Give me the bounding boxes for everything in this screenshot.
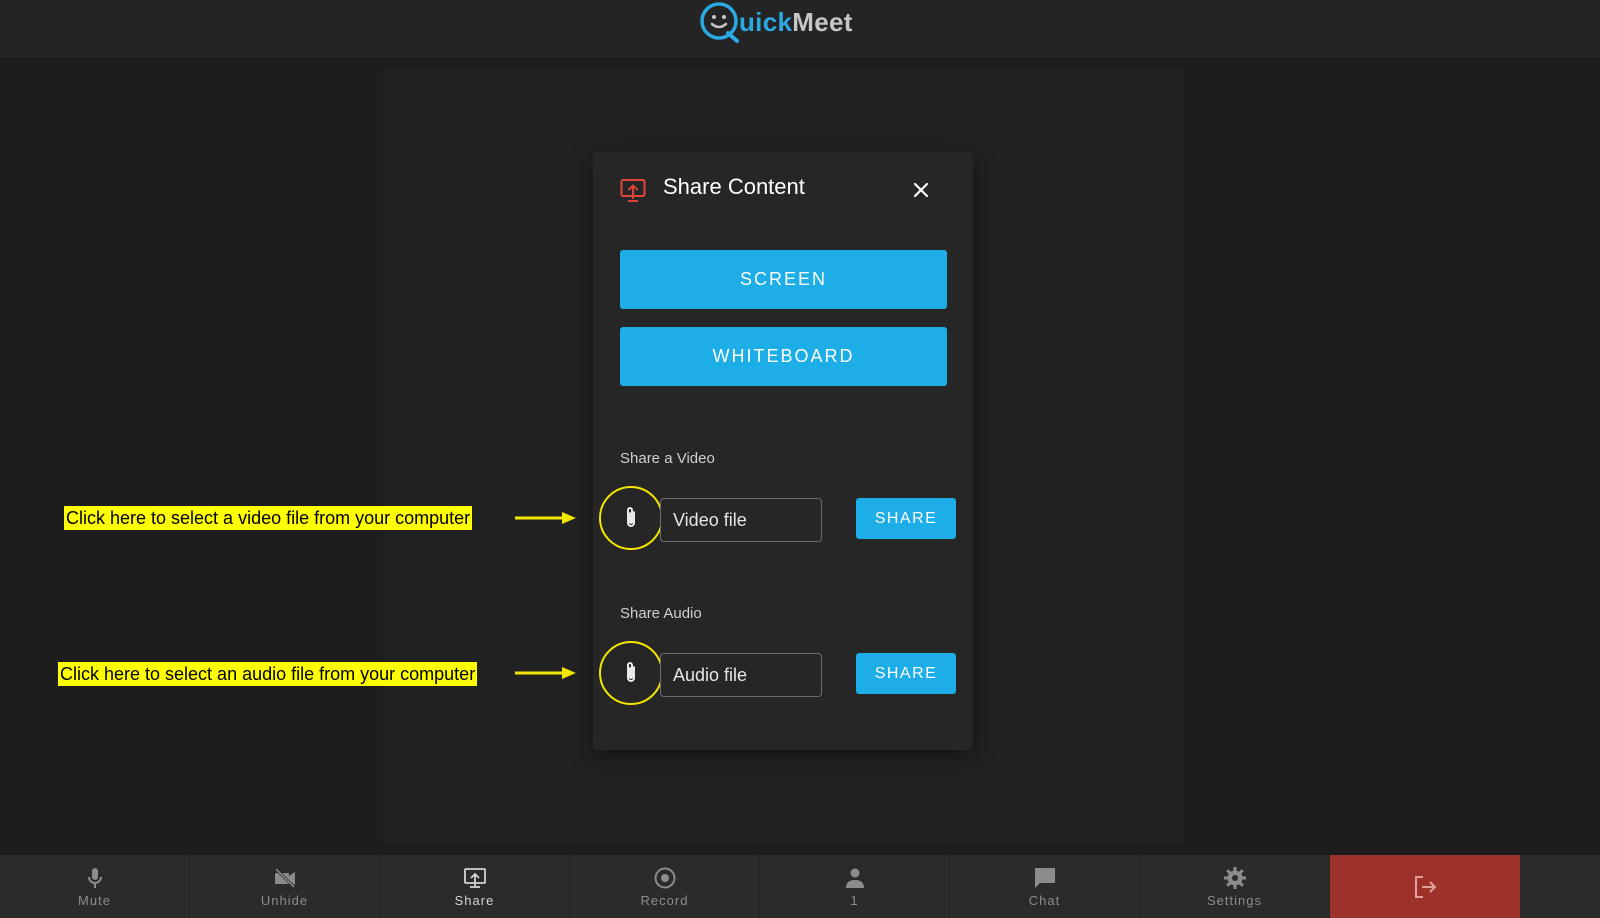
share-label: Share xyxy=(454,892,495,908)
mute-label: Mute xyxy=(78,892,111,908)
chat-bubble-icon xyxy=(1034,867,1055,888)
logo-q-icon xyxy=(700,2,739,43)
leave-meeting-button[interactable] xyxy=(1330,855,1520,918)
annotation-audio: Click here to select an audio file from … xyxy=(58,662,478,686)
exit-icon xyxy=(1415,875,1437,898)
video-file-input[interactable] xyxy=(660,498,822,542)
settings-label: Settings xyxy=(1207,892,1262,908)
annotation-video: Click here to select a video file from y… xyxy=(64,506,473,530)
audio-file-input[interactable] xyxy=(660,653,822,697)
share-content-dialog: Share Content SCREEN WHITEBOARD Share a … xyxy=(593,152,973,750)
person-icon xyxy=(845,868,864,888)
share-audio-label: Share Audio xyxy=(620,605,702,622)
logo-text: uickMeet xyxy=(739,7,853,38)
record-label: Record xyxy=(640,892,689,908)
screen-share-icon xyxy=(463,867,486,888)
video-off-icon xyxy=(274,867,295,888)
share-screen-button[interactable]: SCREEN xyxy=(620,250,947,309)
logo-text-uick: uick xyxy=(739,6,793,37)
chat-label: Chat xyxy=(1028,892,1061,908)
attach-video-button[interactable] xyxy=(599,486,663,550)
participants-button[interactable]: 1 xyxy=(760,855,950,918)
annotation-arrow-video xyxy=(515,512,576,524)
logo-text-meet: Meet xyxy=(792,6,853,37)
annotation-arrow-audio xyxy=(515,667,576,679)
bottom-toolbar: Mute Unhide Share Record 1 Chat Settings xyxy=(0,855,1600,918)
microphone-icon xyxy=(87,867,102,888)
share-video-label: Share a Video xyxy=(620,450,715,467)
share-audio-button[interactable]: SHARE xyxy=(856,653,956,694)
screen-share-icon xyxy=(620,179,646,202)
whiteboard-button[interactable]: WHITEBOARD xyxy=(620,327,947,386)
record-icon xyxy=(654,867,675,888)
gear-icon xyxy=(1223,866,1246,889)
share-button[interactable]: Share xyxy=(380,855,570,918)
share-video-button[interactable]: SHARE xyxy=(856,498,956,539)
close-icon[interactable] xyxy=(910,179,932,201)
paperclip-icon xyxy=(627,507,635,527)
dialog-title: Share Content xyxy=(663,174,805,199)
record-button[interactable]: Record xyxy=(570,855,760,918)
unhide-video-button[interactable]: Unhide xyxy=(190,855,380,918)
attach-audio-button[interactable] xyxy=(599,641,663,705)
paperclip-icon xyxy=(627,662,635,682)
top-bar: uickMeet xyxy=(0,0,1600,59)
chat-button[interactable]: Chat xyxy=(950,855,1140,918)
mute-button[interactable]: Mute xyxy=(0,855,190,918)
participants-count: 1 xyxy=(850,892,859,908)
quickmeet-logo: uickMeet xyxy=(698,0,853,44)
settings-button[interactable]: Settings xyxy=(1140,855,1330,918)
unhide-label: Unhide xyxy=(260,892,309,908)
